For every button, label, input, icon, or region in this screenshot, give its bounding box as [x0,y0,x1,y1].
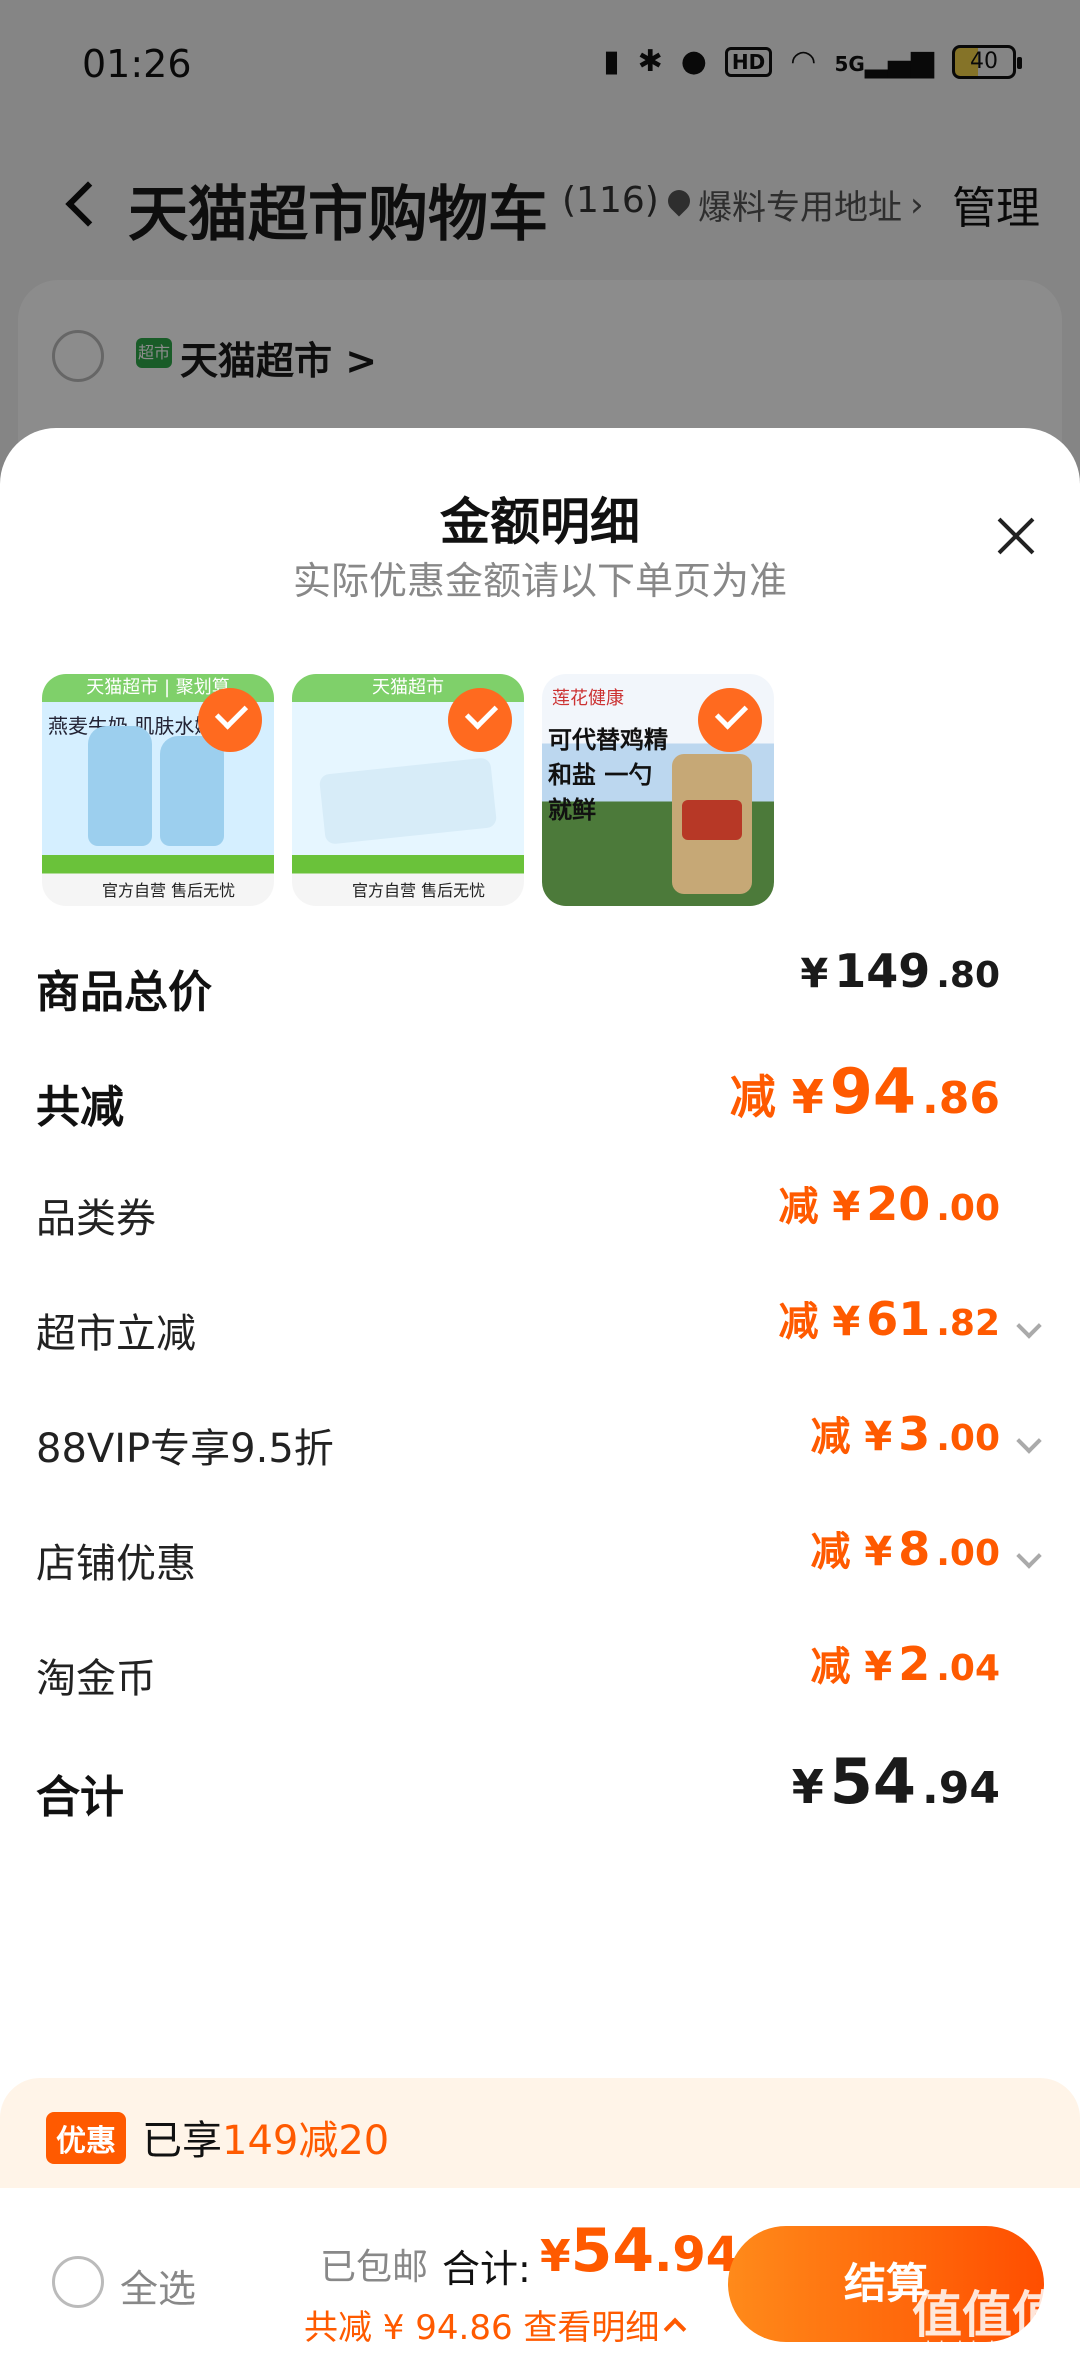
amount-int: 2 [898,1637,931,1691]
currency: ¥ [540,2231,571,2282]
promo-text: 已享149减20 [142,2108,389,2166]
thumb-brand: 莲花健康 [552,688,624,709]
row-category-coupon: 品类券 减 ¥20.00 [0,1156,1080,1271]
amount-dec: .82 [936,1303,1000,1344]
row-label: 共减 [36,1082,124,1133]
row-value: 减 ¥61.82 [778,1289,1000,1347]
product-image [318,757,498,845]
amount-int: 20 [866,1177,931,1231]
row-total: 合计 ¥54.94 [0,1731,1080,1846]
amount-int: 8 [898,1522,931,1576]
row-value: 减 ¥20.00 [778,1174,1000,1232]
currency: ¥ [800,951,829,997]
amount-dec: .94 [654,2227,740,2283]
row-subtotal: 商品总价 ¥149.80 [0,926,1080,1041]
watermark-main: 值值值 [912,2286,1062,2344]
discount-summary: 共减 ¥ 94.86 查看明细 [304,2308,660,2348]
select-all-label[interactable]: 全选 [120,2258,196,2313]
checked-icon [448,688,512,752]
chevron-down-icon[interactable] [1016,1313,1042,1339]
product-image [88,726,152,846]
amount-dec: .00 [936,1533,1000,1574]
thumb-footer: 官方自营 售后无忧 [352,881,486,900]
checked-icon [198,688,262,752]
amount-dec: .80 [936,955,1000,996]
row-label: 商品总价 [36,967,212,1018]
row-value: 减 ¥3.00 [810,1404,1000,1462]
row-value: ¥149.80 [800,944,1000,998]
checked-icon [698,688,762,752]
amount-int: 54 [829,1745,917,1818]
checkout-footer: 全选 已包邮 合计: ¥54.94 共减 ¥ 94.86 查看明细 结算 值值值… [0,2188,1080,2376]
row-value: 减 ¥2.04 [810,1634,1000,1692]
product-image [160,736,224,846]
amount-int: 3 [898,1407,931,1461]
product-image [672,754,752,894]
amount-int: 54 [570,2216,655,2286]
thumb-caption: 可代替鸡精和盐 一勺就鲜 [548,726,668,824]
promo-bar: 优惠 已享149减20 [0,2078,1080,2188]
amount-dec: .86 [922,1073,1000,1124]
row-88vip[interactable]: 88VIP专享9.5折 减 ¥3.00 [0,1386,1080,1501]
amount-rows: 商品总价 ¥149.80 共减 减 ¥94.86 品类券 减 ¥20.00 超市… [0,926,1080,1846]
currency: 减 ¥ [729,1070,824,1124]
sheet-title: 金额明细 [440,493,640,551]
total-label: 合计: [442,2247,531,2291]
currency: ¥ [791,1760,824,1814]
row-label: 超市立减 [36,1311,196,1357]
thumb-footer: 官方自营 售后无忧 [102,881,236,900]
product-thumbnail[interactable]: 莲花健康 可代替鸡精和盐 一勺就鲜 [542,674,774,906]
row-store-discount[interactable]: 店铺优惠 减 ¥8.00 [0,1501,1080,1616]
row-label: 合计 [36,1772,124,1823]
watermark-logo: 值值值 zhizhizhi.com [912,2290,1062,2358]
row-label: 品类券 [36,1196,156,1242]
close-icon[interactable] [994,514,1038,558]
promo-highlight: 149减20 [222,2118,390,2164]
chevron-down-icon[interactable] [1016,1428,1042,1454]
total-amount: ¥54.94 [540,2216,739,2286]
row-value: 减 ¥8.00 [810,1519,1000,1577]
chevron-down-icon[interactable] [1016,1543,1042,1569]
currency: 减 ¥ [778,1184,861,1230]
currency: 减 ¥ [810,1414,893,1460]
row-label: 淘金币 [36,1656,156,1702]
currency: 减 ¥ [778,1299,861,1345]
watermark-sub: zhizhizhi.com [914,2338,1062,2359]
amount-dec: .00 [936,1188,1000,1229]
row-value: 减 ¥94.86 [730,1055,1000,1128]
promo-prefix: 已享 [142,2118,222,2164]
row-market-discount[interactable]: 超市立减 减 ¥61.82 [0,1271,1080,1386]
amount-dec: .00 [936,1418,1000,1459]
row-taojinbi: 淘金币 减 ¥2.04 [0,1616,1080,1731]
amount-dec: .94 [922,1763,1000,1814]
row-value: ¥54.94 [792,1745,1000,1818]
sheet-subtitle: 实际优惠金额请以下单页为准 [292,559,787,603]
product-thumbnail[interactable]: 天猫超市 官方自营 售后无忧 [292,674,524,906]
currency: 减 ¥ [810,1529,893,1575]
promo-tag: 优惠 [46,2112,126,2164]
amount-int: 94 [829,1055,917,1128]
amount-int: 61 [866,1292,931,1346]
select-all-radio[interactable] [52,2256,104,2308]
view-details-link[interactable]: 共减 ¥ 94.86 查看明细 [304,2300,687,2349]
shipping-status: 已包邮 [320,2247,429,2288]
row-label: 店铺优惠 [36,1541,196,1587]
amount-int: 149 [834,944,931,998]
product-thumbnails: 天猫超市 | 聚划算 燕麦牛奶 肌肤水嫩 官方自营 售后无忧 天猫超市 官方自营… [42,674,774,906]
chevron-up-icon [664,2317,687,2341]
currency: 减 ¥ [810,1644,893,1690]
product-thumbnail[interactable]: 天猫超市 | 聚划算 燕麦牛奶 肌肤水嫩 官方自营 售后无忧 [42,674,274,906]
row-label: 88VIP专享9.5折 [36,1426,334,1472]
row-total-discount: 共减 减 ¥94.86 [0,1041,1080,1156]
amount-dec: .04 [936,1648,1000,1689]
